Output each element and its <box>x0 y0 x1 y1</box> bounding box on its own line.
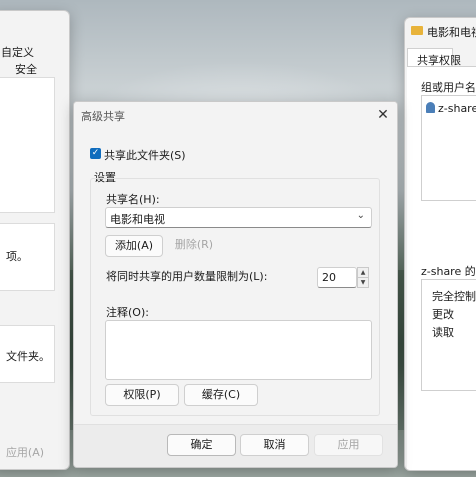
dialog-titlebar: 高级共享 ✕ <box>74 102 397 128</box>
share-folder-checkbox[interactable]: ✓ <box>90 148 101 159</box>
share-name-label: 共享名(H): <box>106 193 160 206</box>
cancel-button[interactable]: 取消 <box>240 434 309 456</box>
panel-text-items: 项。 <box>6 250 28 263</box>
user-limit-input[interactable]: 20 <box>317 267 357 288</box>
permission-read: 读取 <box>432 326 454 339</box>
permissions-list: 完全控制 更改 读取 <box>421 279 476 391</box>
permissions-button[interactable]: 权限(P) <box>105 384 179 406</box>
user-limit-label: 将同时共享的用户数量限制为(L): <box>106 270 268 283</box>
apply-button[interactable]: 应用 <box>314 434 383 456</box>
user-name: z-share <box>438 102 476 115</box>
properties-panel-top <box>0 77 55 213</box>
add-button[interactable]: 添加(A) <box>105 235 163 257</box>
properties-panel-bottom: 文件夹。 <box>0 325 55 383</box>
dialog-title: 高级共享 <box>81 110 125 123</box>
comment-textarea[interactable] <box>105 320 372 380</box>
window-title: 电影和电视 <box>427 26 476 39</box>
properties-panel-middle: 项。 <box>0 223 55 291</box>
user-list-item[interactable]: z-share <box>424 100 476 116</box>
tab-security[interactable]: 安全 <box>15 61 37 77</box>
apply-button-left[interactable]: 应用(A) <box>0 443 53 463</box>
permission-change: 更改 <box>432 308 454 321</box>
group-or-user-label: 组或用户名( <box>421 81 476 94</box>
user-icon <box>426 102 435 113</box>
folder-properties-window: 自定义 安全 项。 文件夹。 应用(A) <box>0 10 70 470</box>
user-limit-value: 20 <box>322 271 336 284</box>
comment-label: 注释(O): <box>106 306 149 319</box>
close-icon[interactable]: ✕ <box>375 107 391 123</box>
permissions-for-label: z-share 的权 <box>421 265 476 278</box>
share-name-select[interactable]: 电影和电视 ⌄ <box>105 207 372 228</box>
ok-button[interactable]: 确定 <box>167 434 236 456</box>
panel-text-folder: 文件夹。 <box>6 350 50 363</box>
tab-custom[interactable]: 自定义 <box>1 44 34 60</box>
chevron-down-icon: ⌄ <box>356 210 365 221</box>
permissions-page: 组或用户名( z-share z-share 的权 完全控制 更改 读取 <box>407 66 476 470</box>
permission-full-control: 完全控制 <box>432 290 476 303</box>
share-folder-label: 共享此文件夹(S) <box>104 149 186 162</box>
share-permissions-window: 电影和电视 共享权限 组或用户名( z-share z-share 的权 完全控… <box>404 17 476 471</box>
remove-button[interactable]: 删除(R) <box>166 235 222 255</box>
user-list[interactable]: z-share <box>421 95 476 201</box>
spin-down-icon[interactable]: ▼ <box>357 277 369 288</box>
tab-sharing-permissions[interactable]: 共享权限 <box>407 48 461 67</box>
share-name-value: 电影和电视 <box>110 213 165 226</box>
caching-button[interactable]: 缓存(C) <box>184 384 258 406</box>
advanced-sharing-dialog: 高级共享 ✕ ✓ 共享此文件夹(S) 设置 共享名(H): 电影和电视 ⌄ 添加… <box>73 101 398 468</box>
folder-icon <box>411 26 423 35</box>
